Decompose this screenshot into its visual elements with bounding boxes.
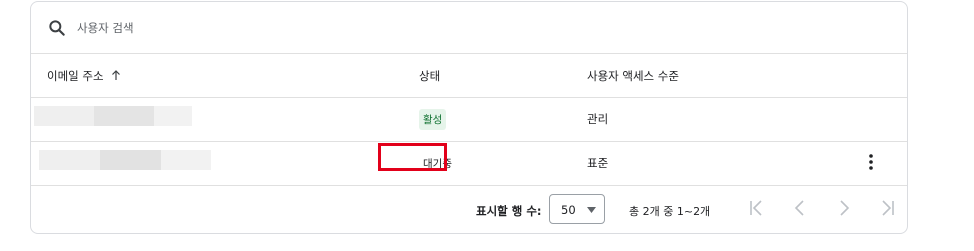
search-icon (49, 20, 65, 36)
redacted-email (39, 150, 211, 170)
caret-down-icon (587, 207, 596, 213)
first-page-icon[interactable] (747, 198, 767, 218)
table-row[interactable]: 대기중 표준 (31, 142, 907, 186)
redacted-email (34, 106, 192, 126)
highlight-annotation (378, 143, 447, 171)
column-header-status[interactable]: 상태 (419, 68, 440, 84)
status-badge: 활성 (419, 109, 447, 130)
next-page-icon[interactable] (834, 198, 854, 218)
table-row[interactable]: 활성 관리 (31, 98, 907, 142)
users-table-card: 이메일 주소 상태 사용자 액세스 수준 활성 관리 대기중 표준 (30, 1, 908, 234)
pagination-range: 총 2개 중 1~2개 (629, 205, 711, 218)
search-input[interactable] (75, 15, 479, 41)
search-bar (31, 2, 907, 54)
access-level-cell: 표준 (587, 156, 609, 170)
more-vert-icon[interactable] (863, 153, 879, 171)
last-page-icon[interactable] (877, 198, 897, 218)
column-header-access[interactable]: 사용자 액세스 수준 (587, 68, 679, 84)
rows-per-page-select[interactable]: 50 (549, 194, 605, 224)
status-cell: 활성 (419, 109, 447, 130)
pagination-footer: 표시할 행 수: 50 총 2개 중 1~2개 (31, 186, 907, 234)
access-level-cell: 관리 (587, 112, 609, 126)
rows-per-page-value: 50 (561, 203, 576, 217)
column-header-email[interactable]: 이메일 주소 (47, 68, 122, 84)
column-header-email-label: 이메일 주소 (47, 69, 104, 83)
arrow-up-icon (111, 70, 120, 80)
table-header: 이메일 주소 상태 사용자 액세스 수준 (31, 54, 907, 98)
rows-per-page-label: 표시할 행 수: (476, 204, 542, 218)
previous-page-icon[interactable] (790, 198, 810, 218)
